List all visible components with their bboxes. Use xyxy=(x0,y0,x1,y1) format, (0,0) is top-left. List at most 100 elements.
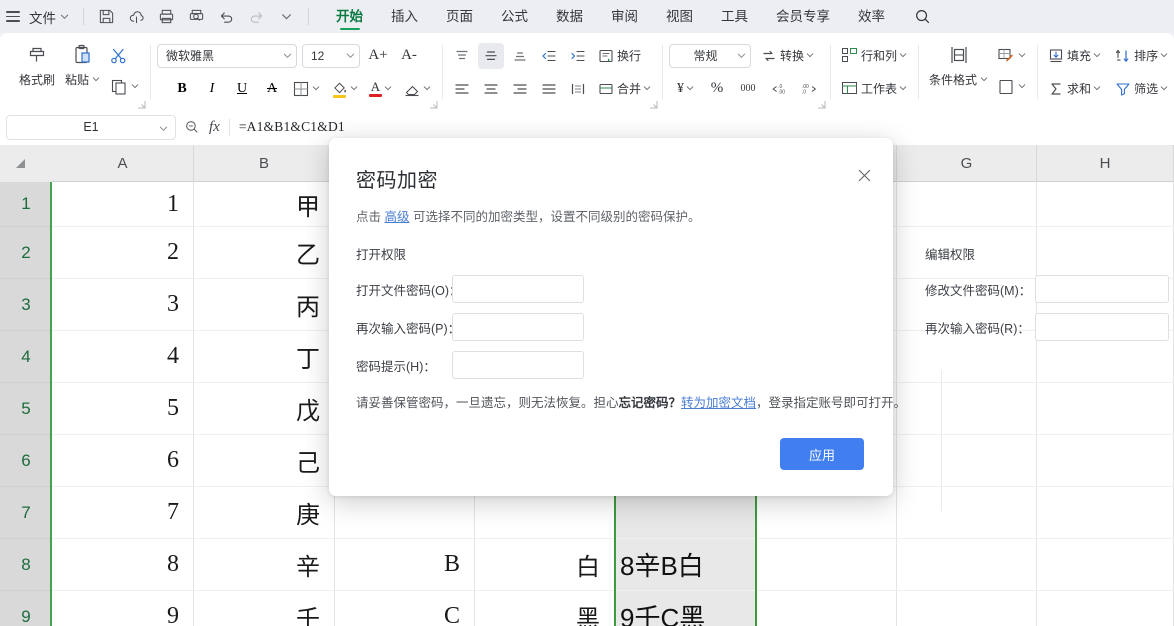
row-header-7[interactable]: 7 xyxy=(0,487,52,539)
align-bottom-button[interactable] xyxy=(507,43,533,69)
column-header-a[interactable]: A xyxy=(52,145,194,182)
row-header-4[interactable]: 4 xyxy=(0,331,52,383)
cell-f9[interactable] xyxy=(757,591,897,626)
alignment-expander-icon[interactable] xyxy=(649,96,658,109)
row-header-6[interactable]: 6 xyxy=(0,435,52,487)
formula-input[interactable]: =A1&B1&C1&D1 xyxy=(239,119,1168,135)
open-password-confirm-input[interactable] xyxy=(452,313,584,341)
merge-cells-button[interactable]: 合并 xyxy=(594,76,655,102)
row-header-8[interactable]: 8 xyxy=(0,539,52,591)
table-style-button[interactable] xyxy=(993,74,1030,100)
decrease-font-size-button[interactable]: A- xyxy=(396,43,422,69)
tab-efficiency[interactable]: 效率 xyxy=(844,0,899,33)
font-color-button[interactable]: A xyxy=(366,76,396,102)
format-painter-button[interactable]: 格式刷 xyxy=(14,37,60,88)
cell-d8[interactable]: 白 xyxy=(475,539,615,591)
tab-insert[interactable]: 插入 xyxy=(377,0,432,33)
sort-button[interactable]: 排序 xyxy=(1111,43,1172,69)
cell-b6[interactable]: 己 xyxy=(194,435,335,487)
cell-e9[interactable]: 9壬C黑 xyxy=(615,591,757,626)
increase-font-size-button[interactable]: A+ xyxy=(365,43,391,69)
clipboard-expander-icon[interactable] xyxy=(137,96,146,109)
align-top-button[interactable] xyxy=(449,43,475,69)
fill-button[interactable]: 填充 xyxy=(1044,43,1105,69)
paste-button[interactable]: 粘贴 xyxy=(60,37,106,88)
rows-columns-button[interactable]: 行和列 xyxy=(837,43,911,69)
cloud-save-icon[interactable] xyxy=(121,4,151,30)
number-expander-icon[interactable] xyxy=(817,96,826,109)
cell-g7[interactable] xyxy=(897,487,1037,539)
cell-g9[interactable] xyxy=(897,591,1037,626)
cell-a4[interactable]: 4 xyxy=(52,331,194,383)
convert-encrypted-doc-link[interactable]: 转为加密文档 xyxy=(681,396,756,410)
app-menu-icon[interactable] xyxy=(6,9,26,25)
cell-b1[interactable]: 甲 xyxy=(194,182,335,227)
cell-f8[interactable] xyxy=(757,539,897,591)
column-header-h[interactable]: H xyxy=(1037,145,1174,182)
chevron-down-icon[interactable] xyxy=(159,124,168,133)
row-header-9[interactable]: 9 xyxy=(0,591,52,626)
column-header-g[interactable]: G xyxy=(897,145,1037,182)
cell-a1[interactable]: 1 xyxy=(52,182,194,227)
borders-button[interactable] xyxy=(289,76,324,102)
font-expander-icon[interactable] xyxy=(429,96,438,109)
password-hint-input[interactable] xyxy=(452,351,584,379)
row-header-5[interactable]: 5 xyxy=(0,383,52,435)
cell-g8[interactable] xyxy=(897,539,1037,591)
cell-b8[interactable]: 辛 xyxy=(194,539,335,591)
comma-format-button[interactable]: 000 xyxy=(735,76,761,102)
cell-b9[interactable]: 壬 xyxy=(194,591,335,626)
quick-access-more-icon[interactable] xyxy=(271,4,301,30)
bold-button[interactable]: B xyxy=(169,76,195,102)
align-left-button[interactable] xyxy=(449,76,475,102)
tab-tools[interactable]: 工具 xyxy=(707,0,762,33)
cell-d9[interactable]: 黑 xyxy=(475,591,615,626)
apply-button[interactable]: 应用 xyxy=(780,438,864,470)
print-icon[interactable] xyxy=(151,4,181,30)
align-middle-button[interactable] xyxy=(478,42,504,69)
row-header-3[interactable]: 3 xyxy=(0,279,52,331)
convert-button[interactable]: 转换 xyxy=(757,43,818,69)
row-header-2[interactable]: 2 xyxy=(0,227,52,279)
increase-indent-button[interactable] xyxy=(565,43,591,69)
cell-g6[interactable] xyxy=(897,435,1037,487)
modify-password-input[interactable] xyxy=(1035,275,1169,303)
cell-c9[interactable]: C xyxy=(335,591,475,626)
fill-color-button[interactable] xyxy=(328,76,362,102)
tab-page[interactable]: 页面 xyxy=(432,0,487,33)
tab-view[interactable]: 视图 xyxy=(652,0,707,33)
sum-button[interactable]: 求和 xyxy=(1044,76,1105,102)
file-menu-button[interactable]: 文件 xyxy=(26,4,76,30)
cell-style-button[interactable] xyxy=(993,43,1030,69)
cell-h8[interactable] xyxy=(1037,539,1174,591)
undo-icon[interactable] xyxy=(211,4,241,30)
font-size-select[interactable]: 12 xyxy=(302,43,360,68)
cell-g5[interactable] xyxy=(897,383,1037,435)
cell-b5[interactable]: 戊 xyxy=(194,383,335,435)
cell-a2[interactable]: 2 xyxy=(52,227,194,279)
cell-a3[interactable]: 3 xyxy=(52,279,194,331)
wrap-text-button[interactable]: 换行 xyxy=(594,43,644,69)
save-icon[interactable] xyxy=(91,4,121,30)
open-password-input[interactable] xyxy=(452,275,584,303)
filter-button[interactable]: 筛选 xyxy=(1111,76,1172,102)
number-format-select[interactable]: 常规 xyxy=(669,43,752,68)
justify-button[interactable] xyxy=(536,76,562,102)
menubar-search-icon[interactable] xyxy=(905,4,939,30)
close-icon[interactable] xyxy=(851,162,877,188)
strikethrough-button[interactable]: A xyxy=(259,76,285,102)
tab-formula[interactable]: 公式 xyxy=(487,0,542,33)
advanced-link[interactable]: 高级 xyxy=(384,210,409,224)
tab-member[interactable]: 会员专享 xyxy=(762,0,844,33)
print-preview-icon[interactable] xyxy=(181,4,211,30)
cell-h5[interactable] xyxy=(1037,383,1174,435)
cell-h7[interactable] xyxy=(1037,487,1174,539)
cell-g1[interactable] xyxy=(897,182,1037,227)
fx-icon[interactable]: fx xyxy=(209,119,220,136)
tab-data[interactable]: 数据 xyxy=(542,0,597,33)
cell-a8[interactable]: 8 xyxy=(52,539,194,591)
cell-b4[interactable]: 丁 xyxy=(194,331,335,383)
zoom-icon[interactable] xyxy=(184,119,200,135)
cell-h9[interactable] xyxy=(1037,591,1174,626)
percent-format-button[interactable]: % xyxy=(704,76,730,102)
